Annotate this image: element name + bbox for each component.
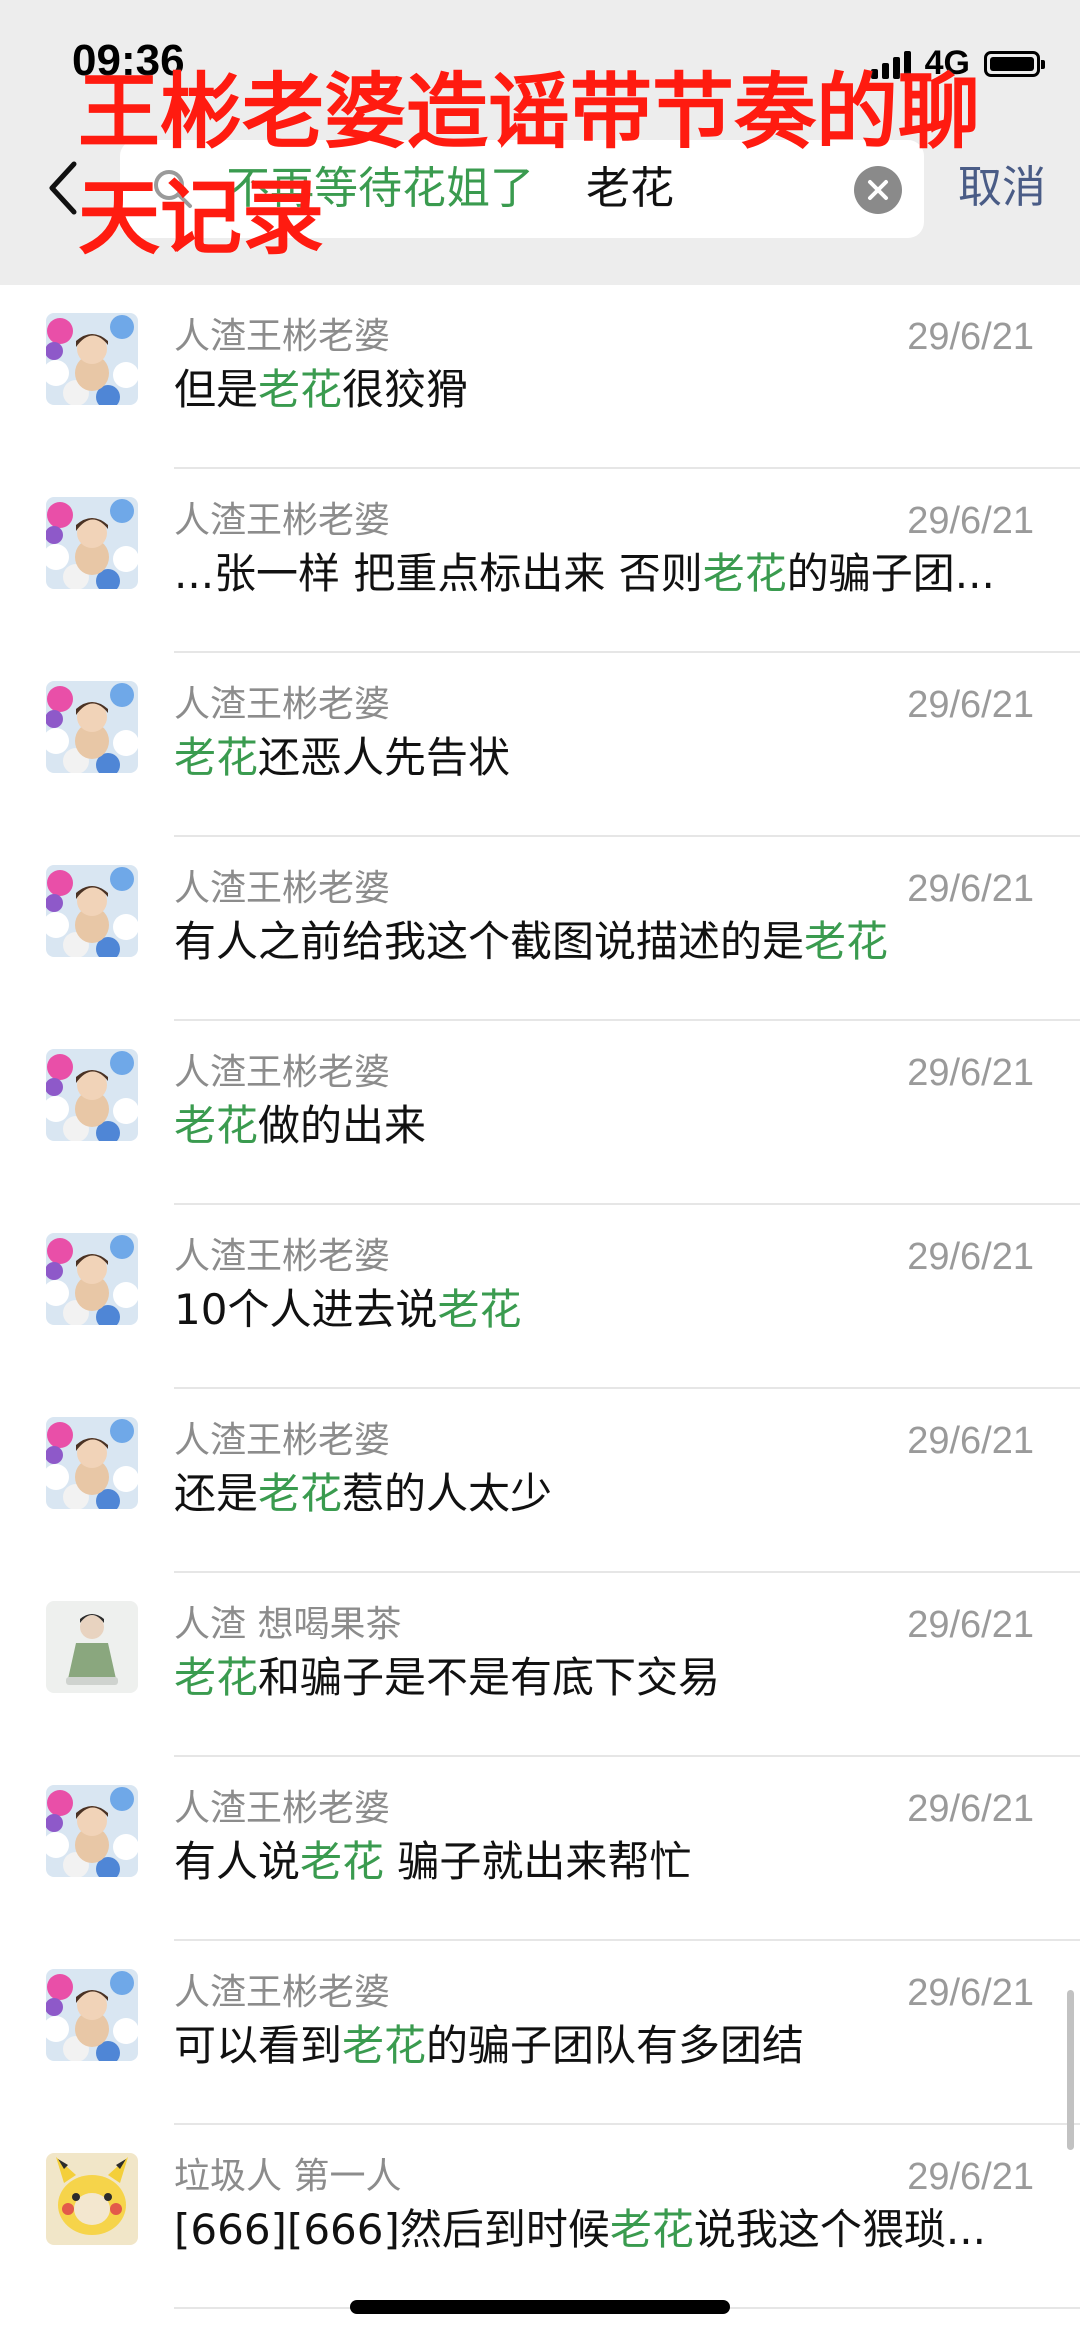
search-results-list: 人渣王彬老婆 29/6/21 但是老花很狡猾 人渣王彬老婆 29/6/21 ...张一样 … [0,285,1080,2309]
search-result-row[interactable]: 人渣王彬老婆 29/6/21 但是老花很狡猾 [0,285,1080,469]
avatar[interactable] [46,1601,138,1693]
sender-name: 人渣王彬老婆 [174,316,391,357]
sender-name: 垃圾人 第一人 [174,2156,402,2197]
scrollbar[interactable] [1067,1990,1074,2150]
sender-name: 人渣王彬老婆 [174,1788,391,1829]
snippet-text: 做的出来 [258,1101,427,1150]
avatar[interactable] [46,865,138,957]
message-snippet: 可以看到老花的骗子团队有多团结 [174,2017,1034,2075]
keyword-highlight: 老花 [174,733,259,782]
search-result-row[interactable]: 垃圾人 第一人 29/6/21 [666][666]然后到时候老花说我这个猥琐... [0,2125,1080,2309]
sender-name: 人渣 想喝果茶 [174,1604,402,1645]
snippet-text: 还恶人先告状 [258,733,511,782]
avatar[interactable] [46,1785,138,1877]
snippet-text: 10个人进去说 [174,1285,438,1334]
message-date: 29/6/21 [907,1420,1034,1462]
snippet-text: 有人说 [174,1837,301,1886]
snippet-text: ...张一样 把重点标出来 否则 [174,549,703,598]
keyword-highlight: 老花 [702,549,787,598]
snippet-text: 有人之前给我这个截图说描述的是 [174,917,805,966]
keyword-highlight: 老花 [342,2021,427,2070]
search-result-row[interactable]: 人渣王彬老婆 29/6/21 可以看到老花的骗子团队有多团结 [0,1941,1080,2125]
search-result-row[interactable]: 人渣王彬老婆 29/6/21 还是老花惹的人太少 [0,1389,1080,1573]
message-date: 29/6/21 [907,868,1034,910]
search-result-row[interactable]: 人渣王彬老婆 29/6/21 有人说老花 骗子就出来帮忙 [0,1757,1080,1941]
avatar[interactable] [46,1969,138,2061]
home-indicator[interactable] [350,2300,730,2314]
message-snippet: 10个人进去说老花 [174,1281,1034,1339]
keyword-highlight: 老花 [174,1101,259,1150]
message-date: 29/6/21 [907,1972,1034,2014]
message-date: 29/6/21 [907,500,1034,542]
sender-name: 人渣王彬老婆 [174,1236,391,1277]
avatar[interactable] [46,2153,138,2245]
sender-name: 人渣王彬老婆 [174,868,391,909]
snippet-text: 和骗子是不是有底下交易 [258,1653,721,1702]
avatar[interactable] [46,681,138,773]
keyword-highlight: 老花 [804,917,889,966]
message-date: 29/6/21 [907,316,1034,358]
avatar[interactable] [46,1233,138,1325]
message-date: 29/6/21 [907,2156,1034,2198]
keyword-highlight: 老花 [609,2205,694,2254]
snippet-text: 但是 [174,365,259,414]
message-snippet: 还是老花惹的人太少 [174,1465,1034,1523]
search-result-row[interactable]: 人渣王彬老婆 29/6/21 有人之前给我这个截图说描述的是老花 [0,837,1080,1021]
message-snippet: [666][666]然后到时候老花说我这个猥琐... [174,2201,1034,2259]
avatar[interactable] [46,1417,138,1509]
sender-name: 人渣王彬老婆 [174,1052,391,1093]
message-snippet: 老花做的出来 [174,1097,1034,1155]
overlay-caption: 王彬老婆造谣带节奏的聊天记录 [78,65,981,266]
search-result-row[interactable]: 人渣王彬老婆 29/6/21 老花还恶人先告状 [0,653,1080,837]
message-date: 29/6/21 [907,684,1034,726]
snippet-text: 的骗子团队有多团结 [426,2021,805,2070]
snippet-text: 还是 [174,1469,259,1518]
search-result-row[interactable]: 人渣王彬老婆 29/6/21 10个人进去说老花 [0,1205,1080,1389]
keyword-highlight: 老花 [437,1285,522,1334]
keyword-highlight: 老花 [258,1469,343,1518]
snippet-text: 骗子就出来帮忙 [384,1837,692,1886]
snippet-text: 的骗子团... [786,549,995,598]
keyword-highlight: 老花 [300,1837,385,1886]
message-snippet: 但是老花很狡猾 [174,361,1034,419]
message-date: 29/6/21 [907,1788,1034,1830]
snippet-text: 很狡猾 [342,365,469,414]
search-result-row[interactable]: 人渣 想喝果茶 29/6/21 老花和骗子是不是有底下交易 [0,1573,1080,1757]
message-snippet: 有人之前给我这个截图说描述的是老花 [174,913,1034,971]
sender-name: 人渣王彬老婆 [174,1972,391,2013]
keyword-highlight: 老花 [258,365,343,414]
avatar[interactable] [46,497,138,589]
message-snippet: 老花和骗子是不是有底下交易 [174,1649,1034,1707]
message-date: 29/6/21 [907,1236,1034,1278]
avatar[interactable] [46,313,138,405]
sender-name: 人渣王彬老婆 [174,684,391,725]
search-result-row[interactable]: 人渣王彬老婆 29/6/21 老花做的出来 [0,1021,1080,1205]
sender-name: 人渣王彬老婆 [174,1420,391,1461]
search-result-row[interactable]: 人渣王彬老婆 29/6/21 ...张一样 把重点标出来 否则老花的骗子团... [0,469,1080,653]
message-snippet: ...张一样 把重点标出来 否则老花的骗子团... [174,545,1034,603]
snippet-text: 可以看到 [174,2021,343,2070]
message-snippet: 老花还恶人先告状 [174,729,1034,787]
keyword-highlight: 老花 [174,1653,259,1702]
snippet-text: 惹的人太少 [342,1469,553,1518]
snippet-text: 说我这个猥琐... [693,2205,986,2254]
message-date: 29/6/21 [907,1604,1034,1646]
sender-name: 人渣王彬老婆 [174,500,391,541]
avatar[interactable] [46,1049,138,1141]
snippet-text: [666][666]然后到时候 [174,2205,610,2254]
message-date: 29/6/21 [907,1052,1034,1094]
message-snippet: 有人说老花 骗子就出来帮忙 [174,1833,1034,1891]
